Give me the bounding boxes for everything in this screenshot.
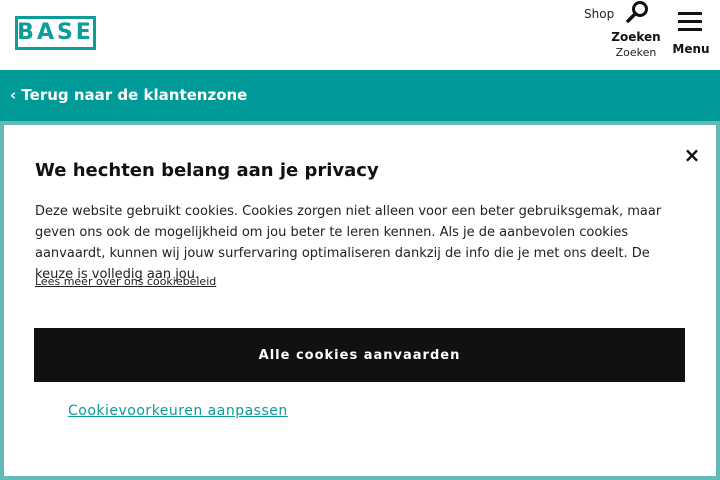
back-to-customer-zone-link[interactable]: ‹ Terug naar de klantenzone [10,86,247,104]
cookie-consent-dialog: × We hechten belang aan je privacy Deze … [4,125,716,476]
close-icon[interactable]: × [682,145,702,165]
menu-button[interactable]: Menu [672,8,712,58]
search-button[interactable]: Zoeken Zoeken [608,0,664,62]
search-sublabel: Zoeken [615,46,657,59]
menu-label: Menu [672,42,710,56]
cookie-policy-link[interactable]: Lees meer over ons cookiebeleid [35,275,216,288]
back-navigation-bar: ‹ Terug naar de klantenzone [0,70,720,121]
accept-all-cookies-button[interactable]: Alle cookies aanvaarden [34,328,685,382]
site-header: BASE Shop Zoeken Zoeken Menu [0,0,720,70]
base-logo[interactable]: BASE [15,16,96,50]
search-label: Zoeken [611,30,661,44]
cookie-preferences-link[interactable]: Cookievoorkeuren aanpassen [68,403,288,419]
cookie-modal-overlay: × We hechten belang aan je privacy Deze … [0,121,720,480]
dialog-title: We hechten belang aan je privacy [35,160,379,181]
dialog-body-text: Deze website gebruikt cookies. Cookies z… [35,204,662,282]
search-icon [626,1,648,23]
